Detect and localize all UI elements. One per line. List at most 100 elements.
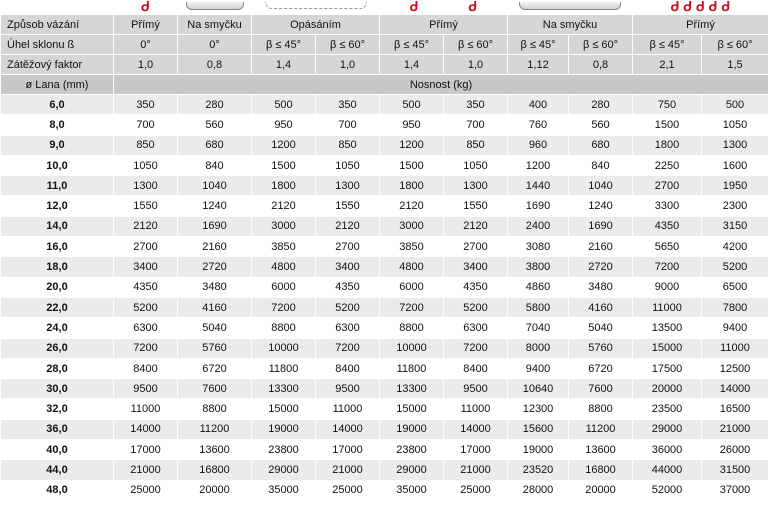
capacity-cell: 1950	[702, 176, 768, 196]
capacity-cell: 1600	[702, 155, 768, 176]
faktor-value: 1,4	[380, 55, 443, 74]
capacity-cell: 680	[178, 135, 251, 155]
faktor-value: 1,5	[702, 55, 768, 74]
double-hook-icon: ᑯᑯ	[380, 1, 507, 14]
rope-diameter-cell: 22,0	[1, 297, 113, 318]
capacity-cell: 850	[316, 135, 379, 155]
capacity-cell: 1800	[252, 176, 315, 196]
capacity-cell: 1040	[178, 176, 251, 196]
capacity-cell: 21000	[444, 460, 507, 480]
capacity-cell: 11800	[380, 358, 443, 379]
rope-diameter-cell: 11,0	[1, 176, 113, 196]
table-row: 10,0 1050 840 1500 1050 1500 1050 1200 840 2250 16…	[1, 155, 768, 176]
capacity-cell: 1690	[569, 216, 632, 237]
capacity-cell: 15000	[380, 399, 443, 419]
capacity-cell: 4350	[633, 216, 701, 237]
capacity-cell: 16500	[702, 399, 768, 419]
capacity-cell: 12500	[702, 358, 768, 379]
faktor-value: 0,8	[569, 55, 632, 74]
table-row: 16,0 2700 2160 3850 2700 3850 2700 3080 2160 5650…	[1, 237, 768, 257]
capacity-cell: 350	[114, 95, 177, 115]
capacity-cell: 2120	[114, 216, 177, 237]
capacity-cell: 4350	[114, 277, 177, 297]
capacity-cell: 23800	[252, 440, 315, 460]
capacity-cell: 2720	[569, 257, 632, 277]
capacity-cell: 400	[508, 95, 568, 115]
capacity-cell: 2700	[316, 237, 379, 257]
capacity-cell: 1550	[114, 196, 177, 216]
table-row: 11,0 1300 1040 1800 1300 1800 1300 1440 1040 2700…	[1, 176, 768, 196]
capacity-cell: 7200	[114, 338, 177, 358]
capacity-cell: 11200	[178, 419, 251, 440]
rope-diameter-cell: 26,0	[1, 338, 113, 358]
capacity-cell: 16800	[569, 460, 632, 480]
rope-diameter-cell: 9,0	[1, 135, 113, 155]
uhel-value: 0°	[114, 35, 177, 54]
capacity-cell: 13600	[569, 440, 632, 460]
capacity-cell: 3800	[508, 257, 568, 277]
capacity-cell: 2120	[252, 196, 315, 216]
capacity-cell: 1200	[508, 155, 568, 176]
rope-diameter-cell: 24,0	[1, 318, 113, 338]
capacity-cell: 3850	[252, 237, 315, 257]
capacity-cell: 4860	[508, 277, 568, 297]
icon-row-spacer	[1, 1, 113, 14]
capacity-cell: 5800	[508, 297, 568, 318]
capacity-cell: 2120	[380, 196, 443, 216]
capacity-cell: 5760	[569, 338, 632, 358]
capacity-cell: 9000	[633, 277, 701, 297]
capacity-cell: 2700	[114, 237, 177, 257]
capacity-cell: 3080	[508, 237, 568, 257]
capacity-cell: 350	[444, 95, 507, 115]
capacity-cell: 19000	[252, 419, 315, 440]
rope-diameter-cell: 48,0	[1, 480, 113, 500]
capacity-cell: 3480	[178, 277, 251, 297]
capacity-cell: 560	[178, 115, 251, 135]
capacity-cell: 9400	[702, 318, 768, 338]
capacity-cell: 1550	[316, 196, 379, 216]
capacity-cell: 11000	[633, 297, 701, 318]
hook-icon: ᑯ	[114, 1, 177, 14]
zpusob-value: Přímý	[114, 15, 177, 34]
table-row: 22,0 5200 4160 7200 5200 7200 5200 5800 4160 1100…	[1, 297, 768, 318]
table-row: 9,0 850 680 1200 850 1200 850 960 680 1800 1300	[1, 135, 768, 155]
capacity-cell: 10640	[508, 379, 568, 399]
nosnost-label: Nosnost (kg)	[114, 75, 768, 94]
capacity-cell: 8800	[252, 318, 315, 338]
capacity-cell: 4200	[702, 237, 768, 257]
capacity-cell: 9400	[508, 358, 568, 379]
capacity-cell: 17000	[114, 440, 177, 460]
capacity-cell: 9500	[444, 379, 507, 399]
table-row: 32,0 11000 8800 15000 11000 15000 11000 12300 88…	[1, 399, 768, 419]
capacity-cell: 280	[569, 95, 632, 115]
capacity-cell: 3000	[252, 216, 315, 237]
table-row: 36,0 14000 11200 19000 14000 19000 14000 15600 1…	[1, 419, 768, 440]
capacity-cell: 25000	[316, 480, 379, 500]
capacity-cell: 11000	[114, 399, 177, 419]
capacity-cell: 700	[316, 115, 379, 135]
faktor-value: 0,8	[178, 55, 251, 74]
zpusob-value: Na smyčku	[178, 15, 251, 34]
capacity-cell: 35000	[380, 480, 443, 500]
capacity-cell: 13300	[252, 379, 315, 399]
zpusob-value: Přímý	[380, 15, 507, 34]
capacity-cell: 1550	[444, 196, 507, 216]
rope-diameter-cell: 36,0	[1, 419, 113, 440]
rope-diameter-cell: 12,0	[1, 196, 113, 216]
capacity-cell: 10000	[380, 338, 443, 358]
faktor-value: 1,0	[316, 55, 379, 74]
zpusob-value: Přímý	[633, 15, 768, 34]
capacity-cell: 3300	[633, 196, 701, 216]
table-row: 24,0 6300 5040 8800 6300 8800 6300 7040 5040 1350…	[1, 318, 768, 338]
capacity-cell: 5200	[114, 297, 177, 318]
load-table-page: { "header": { "zpusob_label": "Způsob vá…	[0, 0, 768, 506]
icon-row: ᑯ ᑯᑯ ᑯ ᑯ ᑯ ᑯ ᑯ	[1, 1, 768, 14]
capacity-cell: 850	[444, 135, 507, 155]
capacity-cell: 4800	[380, 257, 443, 277]
capacity-cell: 5200	[444, 297, 507, 318]
capacity-cell: 760	[508, 115, 568, 135]
zpusob-vazani-label: Způsob vázání	[1, 15, 113, 34]
capacity-cell: 26000	[702, 440, 768, 460]
zpusob-value: Na smyčku	[508, 15, 632, 34]
capacity-cell: 8400	[114, 358, 177, 379]
